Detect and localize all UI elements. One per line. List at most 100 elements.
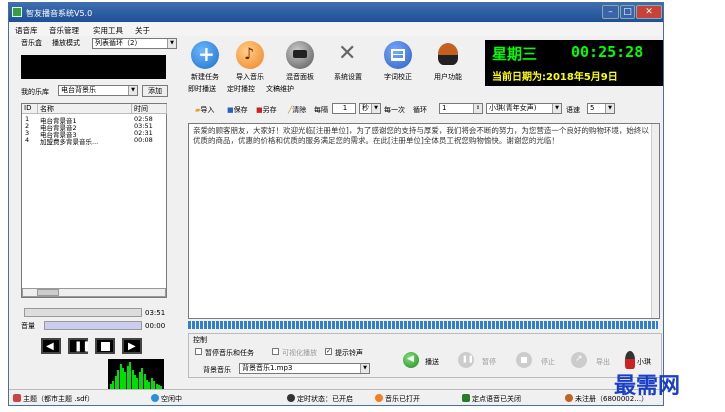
minimize-button[interactable]: – (602, 5, 619, 19)
new-task-button[interactable]: + (191, 41, 219, 69)
watermark: 最需网 (614, 373, 681, 399)
user-function-label: 用户功能 (434, 73, 462, 81)
status-timer: 定时状态：已开启 (297, 395, 353, 403)
unit-select[interactable]: 秒 ▼ (359, 103, 381, 114)
chevron-down-icon: ▼ (360, 364, 369, 373)
broadcast-button[interactable]: ◀ (403, 352, 419, 368)
user-function-button[interactable] (434, 41, 462, 69)
stepper-arrows-icon[interactable]: ⇕ (473, 104, 482, 113)
menu-tools[interactable]: 实用工具 (93, 25, 123, 36)
loop-stepper[interactable]: 1 ⇕ (439, 103, 483, 114)
menu-voice-library[interactable]: 语音库 (15, 25, 38, 36)
pause-music-checkbox[interactable] (195, 348, 202, 355)
menu-about[interactable]: 关于 (135, 25, 150, 36)
import-button[interactable]: ▰导入 (195, 105, 214, 115)
stop-button[interactable] (95, 338, 115, 354)
library-select[interactable]: 电台背景乐 ▼ (58, 85, 138, 96)
menu-music-manage[interactable]: 音乐管理 (49, 25, 79, 36)
import-music-button[interactable]: ♪ (236, 41, 264, 69)
save-label: 保存 (233, 106, 248, 114)
save-as-label: 另存 (262, 106, 277, 114)
import-label: 导入 (200, 106, 215, 114)
current-time: 00:25:28 (571, 43, 644, 61)
previous-button[interactable]: ◀ (41, 338, 61, 354)
timed-voice-icon (462, 394, 470, 402)
stop-broadcast-button[interactable] (516, 352, 532, 368)
track-id: 4 (25, 136, 30, 144)
import-music-label: 导入音乐 (236, 73, 264, 81)
mixer-panel-button[interactable] (286, 41, 314, 69)
title-bar: 智友播音系统V5.0 – □ ✕ (9, 3, 663, 22)
close-button[interactable]: ✕ (636, 5, 662, 19)
stop-circle-icon (521, 357, 527, 363)
voice-select[interactable]: 小琪(青年女声) ▼ (486, 103, 562, 114)
column-header-id[interactable]: ID (22, 104, 38, 114)
pause-circle-icon: ❚❚ (462, 355, 474, 363)
system-settings-label: 系统设置 (334, 73, 362, 81)
play-mode-select[interactable]: 列表循环（2） ▼ (92, 38, 177, 49)
text-vertical-scrollbar[interactable] (651, 124, 659, 318)
tab-play-mode[interactable]: 播放模式 (52, 38, 80, 48)
tab-script-maintain[interactable]: 文稿维护 (266, 84, 294, 94)
status-idle: 空闲中 (161, 395, 182, 403)
speed-select[interactable]: 5 ▼ (587, 103, 615, 114)
track-time: 00:08 (134, 136, 153, 144)
clock-display: 星期三 00:25:28 当前日期为:2018年5月9日 (485, 40, 663, 86)
previous-icon: ◀ (46, 341, 54, 352)
broadcast-text-editor[interactable]: 亲爱的顾客朋友，大家好！欢迎光临[注册单位]，为了感谢您的支持与厚爱，我们将会不… (188, 123, 660, 319)
app-icon (12, 7, 22, 17)
tools-icon: ✕ (338, 41, 357, 66)
save-as-button[interactable]: ■另存 (256, 105, 277, 115)
spectrum-visualizer (108, 359, 164, 390)
volume-label: 音量 (21, 322, 35, 330)
voice-value: 小琪(青年女声) (489, 104, 537, 112)
next-button[interactable]: ▶ (122, 338, 142, 354)
voice-avatar-icon (625, 351, 635, 369)
list-horizontal-scrollbar[interactable] (22, 288, 166, 297)
pause-broadcast-button[interactable]: ❚❚ (458, 352, 474, 368)
seek-time: 03:51 (145, 309, 166, 317)
tab-timed-control[interactable]: 定时播控 (227, 84, 255, 94)
interval-input[interactable]: 1 (332, 103, 356, 114)
control-group: 控制 暂停音乐和任务 可视化播放 ✓ 提示铃声 背景音乐 背景音乐1.mp3 ▼ … (188, 333, 662, 378)
chevron-down-icon: ▼ (128, 86, 137, 95)
system-settings-button[interactable]: ✕ (334, 41, 362, 69)
clear-button[interactable]: ╱清除 (288, 105, 306, 115)
word-correction-button[interactable] (384, 41, 412, 69)
add-button[interactable]: 添加 (142, 85, 168, 97)
maximize-button[interactable]: □ (620, 5, 635, 19)
track-seek-bar[interactable] (24, 308, 142, 317)
left-pane: 音乐盒 播放模式 列表循环（2） ▼ 我的乐库 电台背景乐 ▼ 添加 ID 名称… (12, 38, 177, 390)
speed-label: 语速 (566, 106, 580, 114)
clear-label: 清除 (292, 106, 307, 114)
bg-music-select[interactable]: 背景音乐1.mp3 ▼ (239, 363, 370, 374)
tip-sound-label: 提示铃声 (335, 349, 363, 357)
main-window: 智友播音系统V5.0 – □ ✕ 语音库 音乐管理 实用工具 关于 音乐盒 播放… (8, 2, 664, 406)
volume-time: 00:00 (145, 322, 166, 330)
export-icon: ↗ (575, 354, 583, 364)
control-group-label: 控制 (193, 336, 207, 344)
visualize-label: 可视化播放 (282, 349, 317, 357)
export-button[interactable]: ↗ (571, 352, 587, 368)
tab-instant-broadcast[interactable]: 即时播送 (188, 84, 216, 94)
pause-button[interactable]: ❚❚ (68, 338, 91, 354)
broadcast-label: 播送 (425, 358, 439, 366)
column-header-time[interactable]: 时间 (132, 104, 167, 114)
current-date: 当前日期为:2018年5月9日 (492, 72, 618, 83)
save-button[interactable]: ■保存 (227, 105, 248, 115)
visualize-checkbox[interactable] (272, 348, 279, 355)
tab-music-box[interactable]: 音乐盒 (21, 38, 42, 48)
column-header-name[interactable]: 名称 (38, 104, 132, 114)
status-music: 音乐已打开 (385, 395, 420, 403)
loop-label: 循环 (413, 106, 427, 114)
scrollbar-thumb[interactable] (37, 289, 59, 296)
timer-icon (287, 394, 295, 402)
voice-name: 小琪 (637, 358, 651, 366)
grid-icon (391, 49, 405, 61)
export-label: 导出 (596, 358, 610, 366)
tip-sound-checkbox[interactable]: ✓ (325, 348, 332, 355)
pause-music-label: 暂停音乐和任务 (205, 349, 254, 357)
window-title: 智友播音系统V5.0 (26, 9, 93, 18)
info-icon (151, 394, 159, 402)
volume-slider[interactable] (44, 321, 142, 330)
